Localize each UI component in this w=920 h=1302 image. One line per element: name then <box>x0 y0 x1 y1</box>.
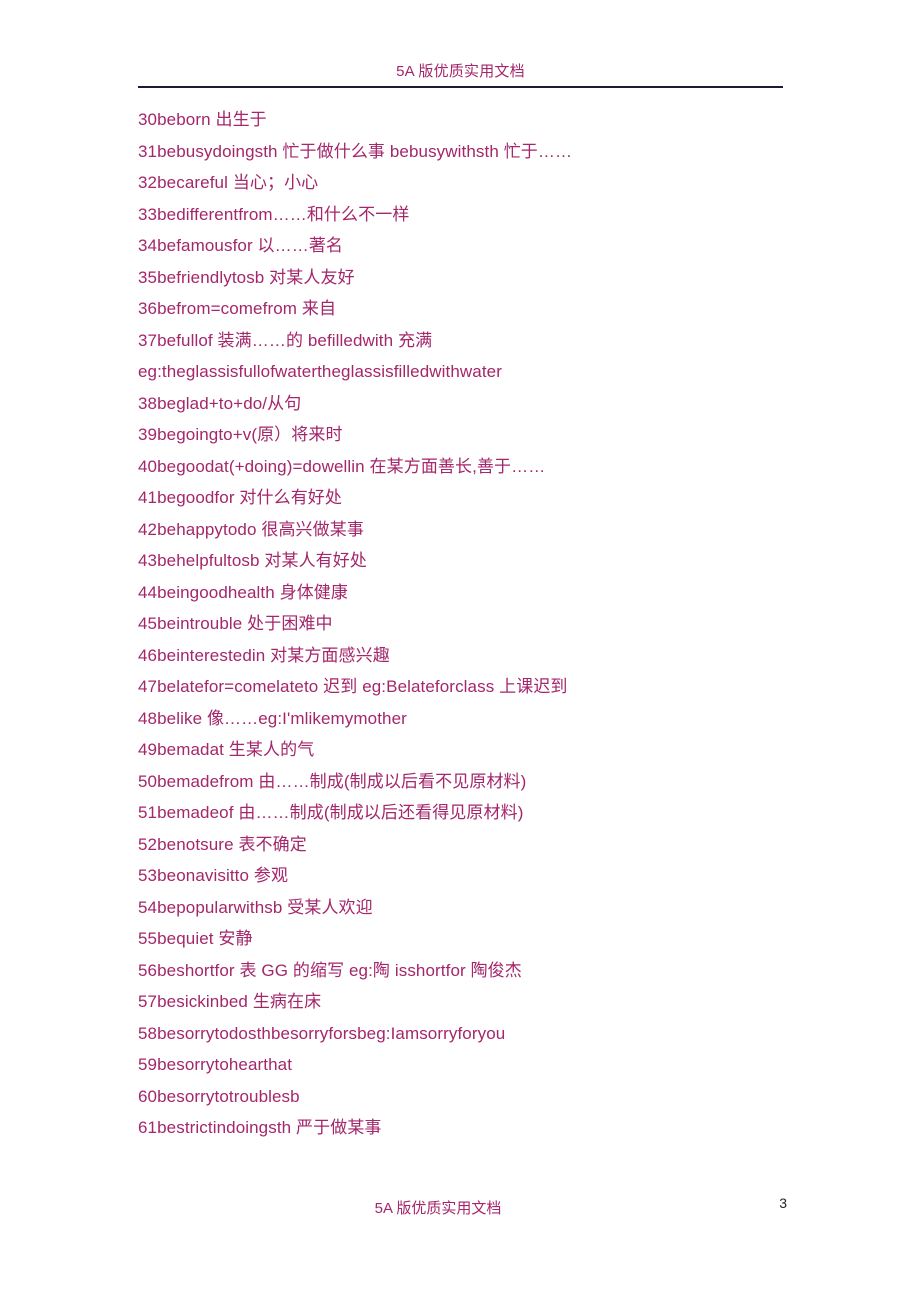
phrase-line: 59besorrytohearthat <box>138 1055 293 1074</box>
phrase-line: 49bemadat 生某人的气 <box>138 740 315 759</box>
phrase-line: 32becareful 当心；小心 <box>138 173 319 192</box>
phrase-line: 38beglad+to+do/从句 <box>138 393 302 413</box>
phrase-line: 39begoingto+v(原）将来时 <box>138 425 343 444</box>
phrase-line: 51bemadeof 由……制成(制成以后还看得见原材料) <box>138 803 524 822</box>
phrase-line: 34befamousfor 以……著名 <box>138 236 344 255</box>
phrase-line: 58besorrytodosthbesorryforsbeg:Iamsorryf… <box>138 1023 506 1043</box>
phrase-line: 31bebusydoingsth 忙于做什么事 bebusywithsth 忙于… <box>138 141 573 161</box>
phrase-line: 53beonavisitto 参观 <box>138 866 289 885</box>
footer-title: 5A 版优质实用文档 <box>374 1200 502 1217</box>
phrase-line: 45beintrouble 处于困难中 <box>138 614 333 633</box>
phrase-line: 37befullof 装满……的 befilledwith 充满 <box>138 330 433 350</box>
phrase-line: 56beshortfor 表 GG 的缩写 eg:陶 isshortfor 陶俊… <box>138 960 522 980</box>
phrase-line: 30beborn 出生于 <box>138 110 267 129</box>
phrase-line: 42behappytodo 很高兴做某事 <box>138 519 364 539</box>
document-page: 5A 版优质实用文档 30beborn 出生于 31bebusydoingsth … <box>0 0 920 1302</box>
phrase-line: 41begoodfor 对什么有好处 <box>138 488 342 507</box>
phrase-line: 48belike 像……eg:I'mlikemymother <box>138 708 407 728</box>
phrase-line: eg:theglassisfullofwatertheglassisfilled… <box>138 362 502 381</box>
phrase-line: 57besickinbed 生病在床 <box>138 992 322 1011</box>
phrase-line: 35befriendlytosb 对某人友好 <box>138 267 355 287</box>
phrase-line: 50bemadefrom 由……制成(制成以后看不见原材料) <box>138 771 527 791</box>
phrase-line: 46beinterestedin 对某方面感兴趣 <box>138 645 390 665</box>
phrase-line: 55bequiet 安静 <box>138 929 253 948</box>
phrase-line: 47belatefor=comelateto 迟到 eg:Belateforcl… <box>138 677 568 696</box>
phrase-line: 54bepopularwithsb 受某人欢迎 <box>138 897 373 917</box>
page-footer: 5A 版优质实用文档 3 <box>138 1195 787 1222</box>
page-header: 5A 版优质实用文档 <box>138 62 783 88</box>
phrase-line: 60besorrytotroublesb <box>138 1086 300 1106</box>
phrase-line: 61bestrictindoingsth 严于做某事 <box>138 1118 382 1137</box>
phrase-line: 36befrom=comefrom 来自 <box>138 299 337 318</box>
header-divider <box>138 86 783 88</box>
phrase-line: 33bedifferentfrom……和什么不一样 <box>138 204 410 224</box>
phrase-line: 43behelpfultosb 对某人有好处 <box>138 551 367 570</box>
page-number: 3 <box>779 1195 787 1211</box>
document-body: 30beborn 出生于 31bebusydoingsth 忙于做什么事 bebu… <box>138 104 858 1144</box>
phrase-line: 44beingoodhealth 身体健康 <box>138 582 349 602</box>
header-title: 5A 版优质实用文档 <box>396 63 525 80</box>
phrase-line: 40begoodat(+doing)=dowellin 在某方面善长,善于…… <box>138 456 546 476</box>
phrase-line: 52benotsure 表不确定 <box>138 834 307 854</box>
